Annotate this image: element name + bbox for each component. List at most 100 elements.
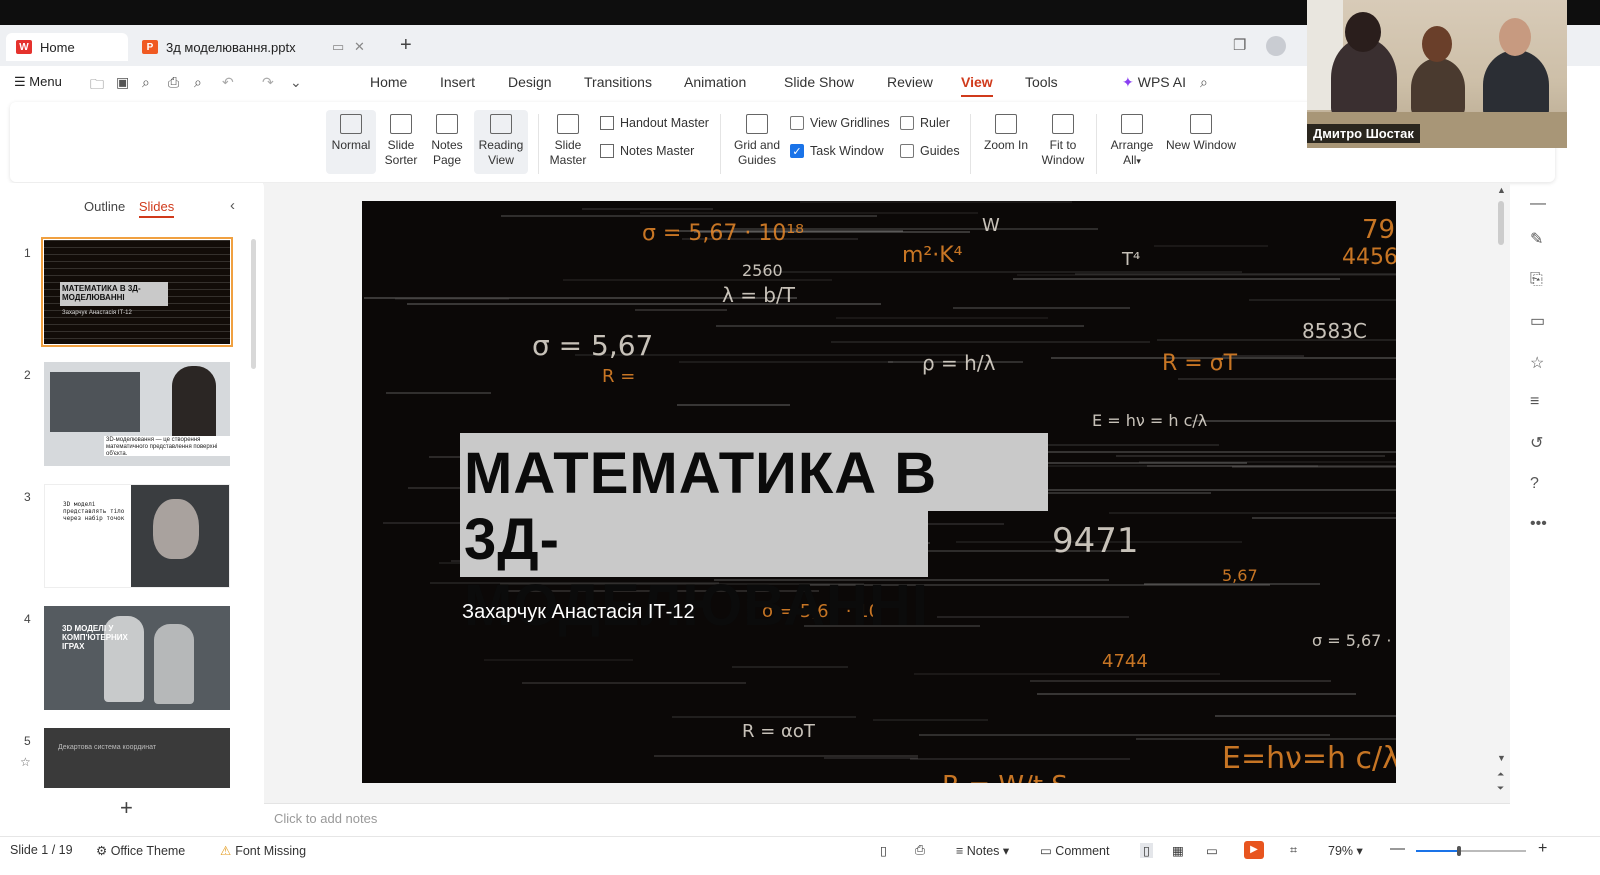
star-icon[interactable]: ☆: [20, 755, 31, 769]
comment-toggle[interactable]: ▭ Comment: [1040, 843, 1109, 858]
zoom-level[interactable]: 79% ▾: [1328, 843, 1363, 858]
tab-outline[interactable]: Outline: [84, 199, 125, 214]
tab-slides[interactable]: Slides: [138, 199, 175, 218]
zoom-out-icon[interactable]: —: [1390, 840, 1405, 857]
new-window-button[interactable]: New Window: [1162, 110, 1240, 153]
zoom-slider-fill: [1416, 850, 1459, 852]
comment-panel-icon[interactable]: ▭: [1530, 311, 1545, 331]
task-window-label: Task Window: [810, 144, 884, 158]
video-call-overlay[interactable]: Дмитро Шостак: [1307, 0, 1567, 148]
tab-ribbon-view[interactable]: View: [961, 74, 993, 97]
more-icon[interactable]: •••: [1530, 515, 1547, 533]
notes-toggle[interactable]: ≡ Notes ▾: [956, 843, 1009, 858]
print-icon[interactable]: ⎙: [168, 74, 179, 91]
minimize-panel-icon[interactable]: —: [1530, 195, 1546, 213]
notes-area[interactable]: Click to add notes: [264, 803, 1510, 836]
collapse-pane-icon[interactable]: ‹: [230, 197, 235, 214]
handout-master-button[interactable]: Handout Master: [600, 116, 709, 130]
save-icon[interactable]: ▣: [116, 74, 129, 91]
background-streak: [914, 673, 1220, 675]
history-icon[interactable]: ↺: [1530, 433, 1543, 453]
tab-ribbon-slide-show[interactable]: Slide Show: [784, 74, 854, 90]
zoom-in-button[interactable]: Zoom In: [980, 110, 1032, 153]
slide-sorter-icon: [390, 114, 412, 134]
fit-to-window-button[interactable]: Fit to Window: [1038, 110, 1088, 168]
magic-wand-icon[interactable]: ✎: [1530, 229, 1543, 249]
fit-screen-icon[interactable]: ⌗: [1290, 843, 1297, 858]
pane-scrollbar[interactable]: [251, 239, 256, 369]
tab-ribbon-transitions[interactable]: Transitions: [584, 74, 652, 90]
slide-thumbnail-5[interactable]: Декартова система координат: [44, 728, 230, 788]
close-tab-icon[interactable]: ✕: [354, 39, 365, 55]
grid-and-guides-button[interactable]: Grid and Guides: [730, 110, 784, 168]
tab-home[interactable]: W Home: [6, 33, 128, 61]
tab-ribbon-animation[interactable]: Animation: [684, 74, 746, 90]
tab-document[interactable]: P 3д моделювання.pptx ▭ ✕: [132, 33, 382, 61]
arrange-all-icon: [1121, 114, 1143, 134]
normal-view-button[interactable]: Normal: [326, 110, 376, 174]
slide-thumbnail-2[interactable]: 3D-моделювання — це створення математичн…: [44, 362, 230, 466]
search-icon[interactable]: ⌕: [1200, 74, 1208, 91]
task-window-checkbox[interactable]: ✓ Task Window: [790, 144, 884, 158]
zoom-slider[interactable]: [1416, 846, 1526, 856]
slide-thumbnail-1[interactable]: МАТЕМАТИКА В 3Д-МОДЕЛЮВАННІ Захарчук Ана…: [41, 237, 233, 347]
wps-ai-button[interactable]: ✦ WPS AI: [1122, 74, 1186, 91]
tab-ribbon-review[interactable]: Review: [887, 74, 933, 90]
slide-thumbnail-4[interactable]: 3D МОДЕЛІ У КОМП'ЮТЕРНИХ ІГРАХ: [44, 606, 230, 710]
tab-ribbon-insert[interactable]: Insert: [440, 74, 475, 90]
menu-button[interactable]: ☰ Menu: [14, 74, 62, 90]
canvas-scrollbar[interactable]: [1498, 201, 1504, 245]
reading-view-button[interactable]: Reading View: [474, 110, 528, 174]
outline-toggle-icon[interactable]: ▯: [880, 843, 887, 858]
notes-master-button[interactable]: Notes Master: [600, 144, 694, 158]
redo-icon[interactable]: ↷: [262, 74, 274, 91]
tab-ribbon-tools[interactable]: Tools: [1025, 74, 1058, 90]
slide-formula: m²·K⁴: [902, 243, 963, 268]
tab-ribbon-home[interactable]: Home: [370, 74, 407, 90]
proofread-icon[interactable]: ⎙: [915, 843, 925, 858]
theme-indicator[interactable]: ⚙ Office Theme: [96, 843, 185, 858]
slides-pane: Outline Slides ‹ 1 МАТЕМАТИКА В 3Д-МОДЕЛ…: [0, 183, 263, 836]
help-icon[interactable]: ?: [1530, 475, 1539, 493]
zoom-in-icon[interactable]: +: [1538, 840, 1547, 858]
zoom-slider-handle[interactable]: [1456, 846, 1461, 856]
scroll-down-icon[interactable]: ▼: [1497, 753, 1506, 763]
open-folder-icon[interactable]: 🗀: [90, 74, 104, 98]
format-painter-icon[interactable]: ⌕: [142, 74, 150, 91]
customize-toolbar-chevron-icon[interactable]: ⌄: [290, 74, 302, 91]
next-slide-icon[interactable]: ⏷: [1497, 783, 1504, 794]
new-tab-icon[interactable]: +: [400, 34, 412, 57]
background-streak: [677, 404, 790, 406]
notes-page-button[interactable]: Notes Page: [424, 110, 470, 168]
background-streak: [994, 489, 1396, 491]
avatar[interactable]: [1266, 36, 1286, 56]
slide-master-button[interactable]: Slide Master: [546, 110, 590, 168]
tab-ribbon-design[interactable]: Design: [508, 74, 552, 90]
slide-sorter-status-icon[interactable]: ▦: [1172, 843, 1184, 858]
restore-window-icon[interactable]: ❐: [1233, 36, 1246, 54]
reading-view-status-icon[interactable]: ▭: [1206, 843, 1218, 858]
ruler-checkbox[interactable]: Ruler: [900, 116, 950, 130]
play-slideshow-icon[interactable]: ▶: [1244, 841, 1264, 859]
arrange-all-button[interactable]: Arrange All▾: [1104, 110, 1160, 169]
print-preview-icon[interactable]: ⌕: [194, 74, 202, 91]
star-icon[interactable]: ☆: [1530, 353, 1544, 373]
handout-master-icon: [600, 116, 614, 130]
slide-1[interactable]: σ = 5,67 · 10¹⁸ Wm²·K⁴ λ = b/T σ = 5,67 R = R…: [362, 201, 1396, 783]
previous-slide-icon[interactable]: ⏶: [1497, 769, 1504, 780]
background-streak: [522, 682, 746, 684]
slide-subtitle[interactable]: Захарчук Анастасія ІТ-12: [462, 601, 695, 624]
transform-icon[interactable]: ⎘: [1530, 271, 1543, 289]
undo-icon[interactable]: ↶: [222, 74, 234, 91]
guides-checkbox[interactable]: Guides: [900, 144, 960, 158]
font-missing-indicator[interactable]: ⚠ Font Missing: [220, 843, 306, 858]
view-gridlines-checkbox[interactable]: View Gridlines: [790, 116, 890, 130]
slide-sorter-button[interactable]: Slide Sorter: [376, 110, 426, 168]
scroll-up-icon[interactable]: ▲: [1497, 185, 1506, 195]
slide-title-box[interactable]: МАТЕМАТИКА В 3Д- МОДЕЛЮВАННІ: [460, 433, 1050, 638]
pin-tab-icon[interactable]: ▭: [332, 39, 344, 55]
adjust-icon[interactable]: ≡: [1530, 393, 1539, 411]
add-slide-icon[interactable]: +: [120, 795, 133, 821]
normal-view-status-icon[interactable]: ▯: [1140, 843, 1153, 858]
slide-thumbnail-3[interactable]: 3D моделі представлять тіло через набір …: [44, 484, 230, 588]
